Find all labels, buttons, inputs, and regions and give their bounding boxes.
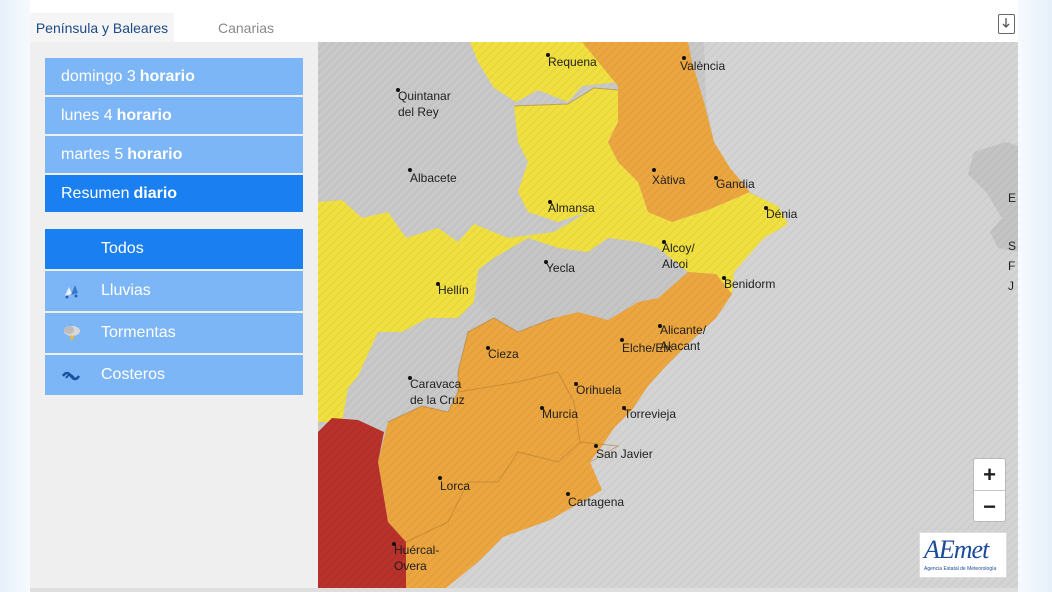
town-label: Albacete [410, 171, 457, 185]
phenomenon-button-costeros[interactable]: Costeros [45, 355, 303, 395]
day-kind: diario [133, 184, 178, 202]
warning-map[interactable]: Requena València Quintanar del Rey Albacete… [318, 42, 1018, 588]
aemet-logo[interactable]: AEmet Agencia Estatal de Meteorología [919, 532, 1007, 578]
phenomenon-selector: Todos Lluvias Tormentas Costeros [45, 229, 303, 397]
day-button-resumen[interactable]: Resumen diario [45, 175, 303, 212]
town-label: Alcoy/ Alcoi [662, 241, 695, 271]
town-label: Hellín [438, 283, 469, 297]
island-label: S [1008, 239, 1017, 253]
phenomenon-button-todos[interactable]: Todos [45, 229, 303, 269]
town-label: Cieza [488, 347, 519, 361]
phenomenon-label: Lluvias [101, 282, 151, 299]
island-label: F [1008, 259, 1016, 273]
town-label: Quintanar del Rey [398, 89, 451, 119]
rain-icon [61, 282, 83, 300]
town-label: San Javier [596, 447, 653, 461]
day-kind: horario [139, 67, 195, 85]
storm-icon [61, 324, 83, 342]
town-label: Benidorm [724, 277, 776, 291]
town-label: Elche/Elx [622, 341, 673, 355]
zoom-control: + − [973, 458, 1006, 522]
town-label: València [680, 59, 726, 73]
town-label: Yecla [546, 261, 575, 275]
town-label: Murcia [542, 407, 579, 421]
town-label: Xàtiva [652, 173, 686, 187]
page-background-right [1018, 0, 1052, 592]
town-label: Lorca [440, 479, 471, 493]
town-label: Gandia [716, 177, 755, 191]
day-selector: domingo 3 horario lunes 4 horario martes 5… [45, 58, 303, 214]
day-button-domingo[interactable]: domingo 3 horario [45, 58, 303, 95]
day-button-lunes[interactable]: lunes 4 horario [45, 97, 303, 134]
town-label: Dénia [766, 207, 798, 221]
map-regions [318, 42, 1018, 588]
download-icon[interactable] [998, 14, 1015, 34]
bottom-scroll-track [30, 588, 1018, 592]
day-kind: horario [127, 145, 183, 163]
logo-wordmark: AEmet [924, 535, 989, 564]
zoom-out-button[interactable]: − [974, 491, 1005, 522]
day-label: lunes 4 [61, 106, 113, 124]
day-label: domingo 3 [61, 67, 136, 85]
tab-peninsula-baleares[interactable]: Península y Baleares [30, 13, 174, 42]
day-kind: horario [116, 106, 172, 124]
tab-canarias[interactable]: Canarias [174, 13, 318, 42]
day-label: martes 5 [61, 145, 124, 163]
control-panel: Península y Baleares Canarias domingo 3h… [30, 13, 318, 592]
island-label: J [1008, 279, 1014, 293]
phenomenon-label: Tormentas [101, 324, 176, 341]
town-label: Huércal- Overa [394, 543, 440, 573]
coastal-wave-icon [61, 366, 83, 384]
zoom-in-button[interactable]: + [974, 459, 1005, 490]
phenomenon-button-lluvias[interactable]: Lluvias [45, 271, 303, 311]
phenomenon-label: Costeros [101, 366, 166, 383]
logo-subtext: Agencia Estatal de Meteorología [924, 566, 997, 572]
region-tabs: Península y Baleares Canarias [30, 13, 318, 42]
phenomenon-button-tormentas[interactable]: Tormentas [45, 313, 303, 353]
day-label: Resumen [61, 184, 130, 202]
town-label: Almansa [548, 201, 595, 215]
page-background-left [0, 0, 30, 592]
day-button-martes[interactable]: martes 5 horario [45, 136, 303, 173]
town-label: Caravaca de la Cruz [410, 377, 465, 407]
town-label: Requena [548, 55, 597, 69]
town-label: Orihuela [576, 383, 622, 397]
town-label: Cartagena [568, 495, 625, 509]
town-label: Torrevieja [624, 407, 677, 421]
phenomenon-label: Todos [101, 240, 144, 257]
island-label: E [1008, 191, 1017, 205]
